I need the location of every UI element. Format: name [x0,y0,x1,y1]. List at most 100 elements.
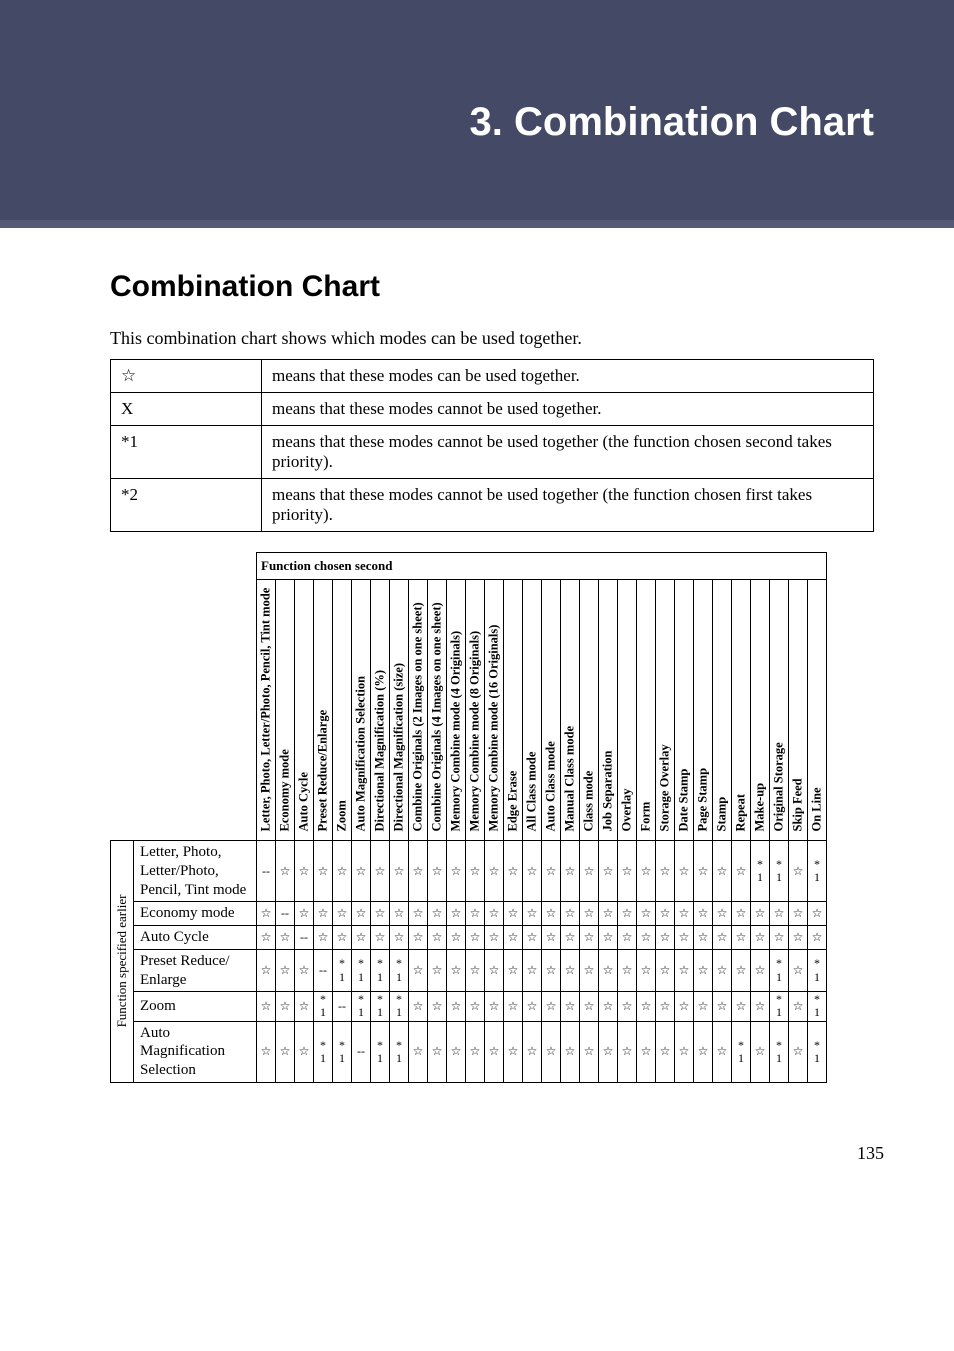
cell: ☆ [637,1021,656,1082]
cell: ☆ [447,902,466,926]
cell: *1 [808,841,827,902]
cell: ☆ [561,902,580,926]
cell: ☆ [504,992,523,1021]
cell: ☆ [542,992,561,1021]
cell: ☆ [257,926,276,950]
cell: *1 [371,992,390,1021]
column-header: Economy mode [276,580,295,841]
cell: ☆ [466,841,485,902]
cell: ☆ [694,841,713,902]
cell: ☆ [428,1021,447,1082]
cell: ☆ [580,902,599,926]
cell: ☆ [485,926,504,950]
column-header: Zoom [333,580,352,841]
legend-desc: means that these modes cannot be used to… [262,426,874,479]
legend-desc: means that these modes cannot be used to… [262,479,874,532]
cell: ☆ [352,926,371,950]
column-header: Memory Combine mode (4 Originals) [447,580,466,841]
cell: ☆ [276,926,295,950]
legend-symbol: *1 [111,426,262,479]
table-row: Preset Reduce/Enlarge☆☆☆--*1*1*1*1☆☆☆☆☆☆… [111,949,827,992]
cell: ☆ [542,902,561,926]
cell: ☆ [466,1021,485,1082]
legend-row: *1means that these modes cannot be used … [111,426,874,479]
row-header: Auto Magnification Selection [134,1021,257,1082]
column-header: Storage Overlay [656,580,675,841]
cell: *1 [751,841,770,902]
cell: ☆ [656,926,675,950]
cell: ☆ [618,841,637,902]
cell: ☆ [789,949,808,992]
cell: ☆ [713,926,732,950]
cell: ☆ [447,992,466,1021]
row-header: Preset Reduce/Enlarge [134,949,257,992]
cell: ☆ [504,949,523,992]
cell: ☆ [409,949,428,992]
cell: ☆ [295,1021,314,1082]
cell: *1 [371,1021,390,1082]
cell: ☆ [789,992,808,1021]
side-label: Function specified earlier [111,841,134,1083]
column-header: Auto Class mode [542,580,561,841]
chapter-header: 3. Combination Chart [0,0,954,220]
cell: ☆ [713,992,732,1021]
cell: ☆ [580,949,599,992]
cell: *1 [770,1021,789,1082]
cell: ☆ [295,902,314,926]
cell: ☆ [409,841,428,902]
column-header: Combine Originals (2 Images on one sheet… [409,580,428,841]
cell: ☆ [694,902,713,926]
cell: ☆ [390,902,409,926]
column-header: Date Stamp [675,580,694,841]
column-header: Directional Magnification (size) [390,580,409,841]
cell: ☆ [694,926,713,950]
column-header: Preset Reduce/Enlarge [314,580,333,841]
cell: ☆ [428,949,447,992]
cell: ☆ [257,902,276,926]
cell: ☆ [485,992,504,1021]
row-header: Economy mode [134,902,257,926]
column-header: Directional Magnification (%) [371,580,390,841]
cell: ☆ [751,1021,770,1082]
cell: ☆ [409,992,428,1021]
cell: ☆ [409,1021,428,1082]
cell: ☆ [257,949,276,992]
cell: *1 [390,949,409,992]
cell: -- [295,926,314,950]
cell: *1 [314,992,333,1021]
column-header: Skip Feed [789,580,808,841]
cell: ☆ [371,902,390,926]
cell: ☆ [466,926,485,950]
cell: *1 [732,1021,751,1082]
cell: ☆ [789,841,808,902]
cell: ☆ [257,1021,276,1082]
cell: ☆ [713,1021,732,1082]
cell: ☆ [789,1021,808,1082]
cell: ☆ [618,992,637,1021]
cell: ☆ [713,841,732,902]
cell: ☆ [770,902,789,926]
column-header: Combine Originals (4 Images on one sheet… [428,580,447,841]
cell: ☆ [561,1021,580,1082]
cell: ☆ [751,992,770,1021]
cell: ☆ [675,902,694,926]
column-header: Auto Cycle [295,580,314,841]
cell: ☆ [599,926,618,950]
cell: ☆ [523,841,542,902]
cell: *1 [808,992,827,1021]
cell: -- [276,902,295,926]
cell: *1 [808,1021,827,1082]
column-header: On Line [808,580,827,841]
table-row: Auto Cycle☆☆--☆☆☆☆☆☆☆☆☆☆☆☆☆☆☆☆☆☆☆☆☆☆☆☆☆☆… [111,926,827,950]
legend-symbol: *2 [111,479,262,532]
column-header: Memory Combine mode (8 Originals) [466,580,485,841]
legend-desc: means that these modes can be used toget… [262,360,874,393]
legend-symbol: ☆ [111,360,262,393]
cell: *1 [390,992,409,1021]
cell: ☆ [789,902,808,926]
cell: ☆ [637,992,656,1021]
cell: ☆ [656,949,675,992]
combination-table: Function chosen second Letter, Photo, Le… [110,552,827,1083]
legend-row: *2means that these modes cannot be used … [111,479,874,532]
cell: ☆ [732,841,751,902]
